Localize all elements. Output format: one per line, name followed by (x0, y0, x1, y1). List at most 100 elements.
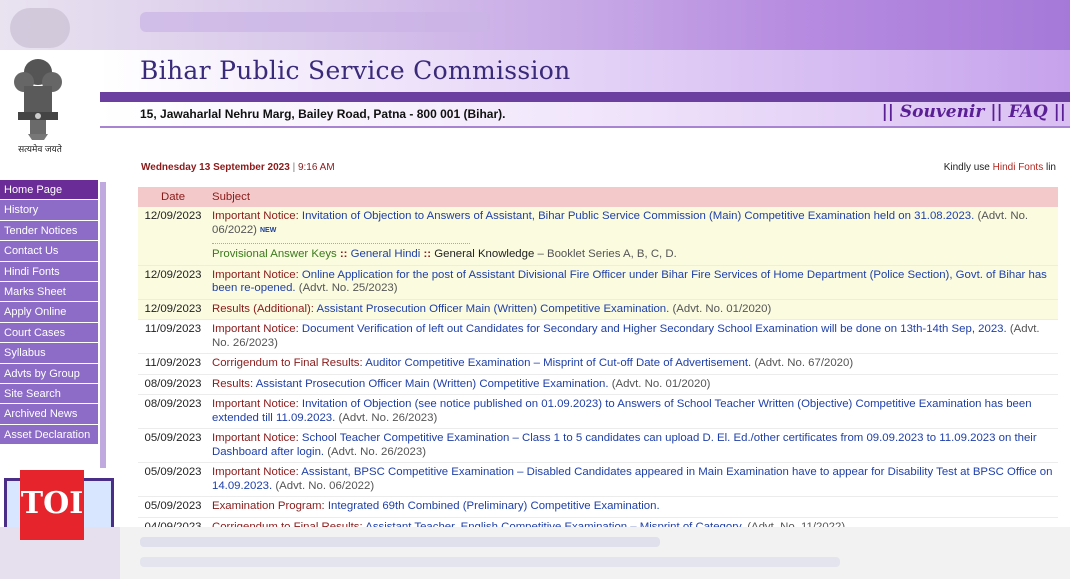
answer-keys-label: Provisional Answer Keys (212, 248, 337, 260)
notice-link[interactable]: Auditor Competitive Examination – Mispri… (365, 357, 751, 369)
logo-area: सत्यमेव जयते (0, 50, 100, 160)
table-row: 11/09/2023 Important Notice: Document Ve… (138, 319, 1058, 354)
notice-label: Corrigendum to Final Results: (212, 357, 363, 369)
header-date: Date (138, 187, 208, 207)
notice-label: Important Notice: (212, 398, 299, 410)
header-subject: Subject (208, 187, 1058, 207)
row-date: 12/09/2023 (138, 207, 208, 266)
notice-label: Important Notice: (212, 268, 299, 281)
sidebar-item-syllabus[interactable]: Syllabus (0, 343, 98, 364)
table-row: 12/09/2023 Important Notice: Online Appl… (138, 265, 1058, 300)
notice-link[interactable]: Integrated 69th Combined (Preliminary) C… (328, 500, 660, 512)
sidebar-item-court-cases[interactable]: Court Cases (0, 322, 98, 344)
advt-number: (Advt. No. 25/2023) (298, 282, 398, 294)
blurred-logo (10, 8, 70, 48)
sidebar-item-tender-notices[interactable]: Tender Notices (0, 220, 98, 242)
row-date: 12/09/2023 (138, 299, 208, 320)
toi-watermark-overlay: TOI (20, 470, 84, 540)
advt-number: (Advt. No. 01/2020) (611, 377, 711, 390)
sidebar-item-site-search[interactable]: Site Search (0, 383, 98, 405)
notice-label: Important Notice: (212, 466, 299, 478)
hindi-fonts-link[interactable]: Hindi Fonts (993, 162, 1044, 173)
separator: :: (423, 248, 432, 260)
row-date: 11/09/2023 (138, 353, 208, 375)
row-subject: Important Notice: Online Application for… (208, 265, 1058, 300)
site-title: Bihar Public Service Commission (140, 56, 571, 85)
hindi-note-suffix: lin (1043, 162, 1056, 173)
row-subject: Important Notice: Invitation of Objectio… (208, 394, 1058, 429)
general-hindi-link[interactable]: General Hindi (351, 248, 421, 260)
row-subject: Results: Assistant Prosecution Officer M… (208, 374, 1058, 395)
dash: – (537, 248, 544, 260)
table-row: 08/09/2023 Results: Assistant Prosecutio… (138, 374, 1058, 395)
row-date: 08/09/2023 (138, 374, 208, 395)
row-subject: Important Notice: Assistant, BPSC Compet… (208, 462, 1058, 497)
notice-link[interactable]: Document Verification of left out Candid… (302, 323, 1007, 335)
row-subject: Examination Program: Integrated 69th Com… (208, 496, 1058, 518)
booklet-series: Booklet Series A, B, C, D. (547, 248, 677, 260)
notice-link[interactable]: Assistant Prosecution Officer Main (Writ… (316, 303, 669, 315)
sidebar-item-asset-declaration[interactable]: Asset Declaration (0, 424, 98, 446)
notice-label: Results: (212, 377, 254, 390)
row-subject: Corrigendum to Final Results: Auditor Co… (208, 353, 1058, 375)
date-time: Wednesday 13 September 2023 | 9:16 AM (141, 162, 335, 173)
notice-label: Important Notice: (212, 210, 299, 222)
advt-number: (Advt. No. 01/2020) (672, 302, 772, 315)
table-row: 05/09/2023 Important Notice: School Teac… (138, 428, 1058, 463)
row-date: 12/09/2023 (138, 265, 208, 300)
site-header: Bihar Public Service Commission 15, Jawa… (0, 50, 1070, 160)
separator: :: (339, 248, 348, 260)
blurred-title (140, 12, 490, 32)
date-separator: | (292, 162, 296, 173)
current-time: 9:16 AM (297, 162, 335, 173)
advt-number: (Advt. No. 67/2020) (754, 357, 854, 369)
hindi-fonts-note: Kindly use Hindi Fonts lin (944, 162, 1056, 173)
advt-number: (Advt. No. 26/2023) (327, 445, 427, 458)
sidebar-rail (100, 182, 106, 468)
office-address: 15, Jawaharlal Nehru Marg, Bailey Road, … (140, 107, 506, 121)
notice-link[interactable]: Assistant Prosecution Officer Main (Writ… (256, 378, 609, 390)
new-badge: NEW (259, 226, 277, 234)
national-emblem-icon (14, 59, 62, 140)
notice-link[interactable]: Invitation of Objection (see notice publ… (212, 398, 1032, 424)
blurred-row (140, 557, 840, 567)
table-row: 12/09/2023 Important Notice: Invitation … (138, 207, 1058, 266)
emblem-caption: सत्यमेव जयते (18, 144, 62, 154)
sidebar-item-history[interactable]: History (0, 200, 98, 221)
sidebar-item-apply-online[interactable]: Apply Online (0, 302, 98, 323)
table-row: 05/09/2023 Important Notice: Assistant, … (138, 462, 1058, 497)
sidebar-item-marks-sheet[interactable]: Marks Sheet (0, 281, 98, 303)
header-divider (100, 92, 1070, 102)
notice-link[interactable]: Invitation of Objection to Answers of As… (302, 210, 974, 222)
sidebar-item-advts-by-group[interactable]: Advts by Group (0, 363, 98, 384)
current-date: Wednesday 13 September 2023 (141, 162, 290, 173)
sidebar-item-home[interactable]: Home Page (0, 180, 98, 201)
souvenir-link[interactable]: || Souvenir (882, 102, 985, 122)
row-date: 05/09/2023 (138, 428, 208, 463)
row-subject: Important Notice: School Teacher Competi… (208, 428, 1058, 463)
row-subject: Results (Additional): Assistant Prosecut… (208, 299, 1058, 320)
top-blur-band (0, 0, 1070, 50)
row-subject: Important Notice: Document Verification … (208, 319, 1058, 354)
sidebar-item-contact[interactable]: Contact Us (0, 241, 98, 262)
dotted-divider (212, 243, 470, 244)
general-knowledge-text: General Knowledge (434, 248, 535, 260)
notice-label: Examination Program: (212, 500, 325, 512)
advt-number: (Advt. No. 06/2022) (275, 479, 375, 492)
sidebar: Home Page History Tender Notices Contact… (0, 180, 108, 468)
advt-number: (Advt. No. 26/2023) (338, 411, 438, 424)
hindi-note-prefix: Kindly use (943, 162, 993, 173)
table-row: 08/09/2023 Important Notice: Invitation … (138, 394, 1058, 429)
table-row: 12/09/2023 Results (Additional): Assista… (138, 299, 1058, 320)
sidebar-item-hindi-fonts[interactable]: Hindi Fonts (0, 261, 98, 282)
bottom-blur-band (0, 527, 1070, 579)
table-row: 05/09/2023 Examination Program: Integrat… (138, 496, 1058, 518)
sidebar-item-archived-news[interactable]: Archived News (0, 404, 98, 425)
row-subject: Important Notice: Invitation of Objectio… (208, 207, 1058, 266)
notice-label: Important Notice: (212, 432, 299, 444)
row-date: 08/09/2023 (138, 394, 208, 429)
blurred-row (140, 537, 660, 547)
row-date: 05/09/2023 (138, 496, 208, 518)
faq-link[interactable]: || FAQ || (990, 102, 1066, 122)
notice-label: Results (Additional): (212, 302, 314, 315)
